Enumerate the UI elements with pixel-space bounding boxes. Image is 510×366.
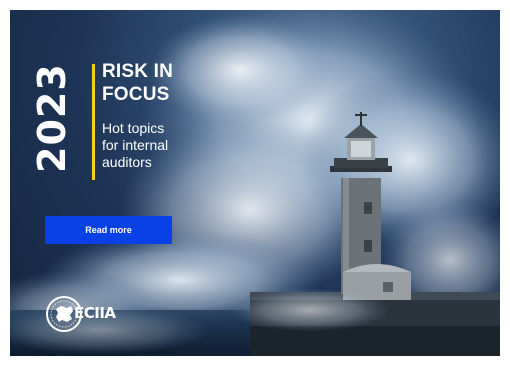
logo-text: ECIIA	[74, 304, 116, 322]
subtitle: Hot topics for internal auditors	[102, 120, 222, 171]
year-label: 2023	[30, 63, 74, 173]
page-title: RISK IN FOCUS	[102, 60, 173, 106]
accent-bar	[92, 64, 95, 180]
subtitle-line-1: Hot topics	[102, 120, 165, 136]
hero-banner: 2023 RISK IN FOCUS Hot topics for intern…	[10, 10, 500, 356]
title-line-2: FOCUS	[102, 84, 170, 105]
subtitle-line-2: for internal	[102, 137, 169, 153]
eciia-logo[interactable]: ECIIA	[44, 291, 134, 337]
read-more-button[interactable]: Read more	[45, 216, 172, 244]
title-line-1: RISK IN	[102, 61, 174, 82]
subtitle-line-3: auditors	[102, 154, 152, 170]
